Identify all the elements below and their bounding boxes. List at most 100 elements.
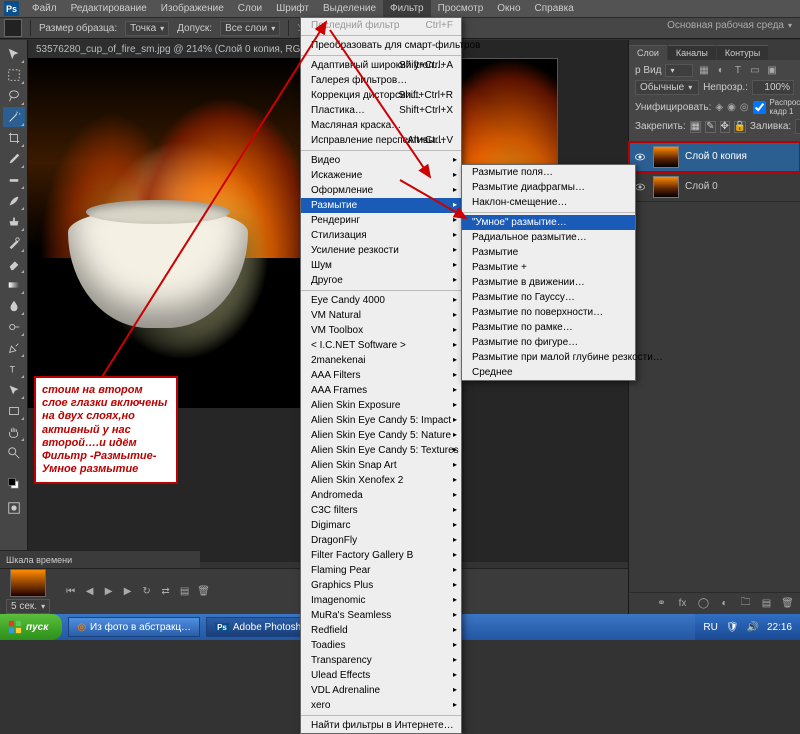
menu-item[interactable]: C3C filters	[301, 503, 461, 518]
tool-preset-thumb[interactable]	[4, 19, 22, 37]
timeline-panel-tab[interactable]: Шкала времени	[0, 550, 200, 568]
brush-tool[interactable]	[3, 191, 25, 211]
filter-shape-icon[interactable]: ▭	[748, 64, 761, 77]
menu-item[interactable]: Стилизация	[301, 228, 461, 243]
unify-position-icon[interactable]: ◈	[715, 101, 723, 114]
lock-all-icon[interactable]: 🔒	[734, 121, 746, 133]
layer-row[interactable]: Слой 0	[629, 172, 800, 202]
visibility-toggle[interactable]	[633, 150, 647, 164]
menu-item[interactable]: Адаптивный широкий угол…Shift+Ctrl+A	[301, 58, 461, 73]
menu-item[interactable]: Другое	[301, 273, 461, 288]
crop-tool[interactable]	[3, 128, 25, 148]
lock-position-icon[interactable]: ✥	[720, 121, 730, 133]
menu-item[interactable]: Размытие	[301, 198, 461, 213]
menu-слои[interactable]: Слои	[231, 0, 269, 17]
new-layer-icon[interactable]: ▤	[760, 597, 773, 610]
layer-effects-icon[interactable]: fx	[676, 597, 689, 610]
menu-item[interactable]: Transparency	[301, 653, 461, 668]
history-brush-tool[interactable]	[3, 233, 25, 253]
tween-icon[interactable]: ⇄	[159, 585, 172, 598]
document-canvas[interactable]	[28, 58, 308, 408]
tray-icon[interactable]: 🛡	[726, 622, 739, 633]
blur-tool[interactable]	[3, 296, 25, 316]
layer-filter-dropdown[interactable]	[665, 64, 693, 77]
taskbar-item[interactable]: ◎ Из фото в абстракц…	[68, 617, 200, 637]
menu-item[interactable]: AAA Frames	[301, 383, 461, 398]
menu-item[interactable]: VM Natural	[301, 308, 461, 323]
fill-input[interactable]: 100%	[795, 119, 800, 134]
first-frame-icon[interactable]: ⏮	[64, 585, 77, 598]
menu-item[interactable]: Размытие в движении…	[462, 275, 635, 290]
link-layers-icon[interactable]: ⚭	[655, 597, 668, 610]
menu-item[interactable]: Исправление перспективы…Alt+Ctrl+V	[301, 133, 461, 148]
language-indicator[interactable]: RU	[703, 622, 717, 633]
type-tool[interactable]: T	[3, 359, 25, 379]
menu-item[interactable]: Toadies	[301, 638, 461, 653]
blend-mode-dropdown[interactable]: Обычные	[635, 80, 699, 95]
unify-visibility-icon[interactable]: ◉	[727, 101, 736, 114]
menu-просмотр[interactable]: Просмотр	[431, 0, 491, 17]
filter-type-icon[interactable]: T	[731, 64, 744, 77]
zoom-tool[interactable]	[3, 443, 25, 463]
menu-item[interactable]: Искажение	[301, 168, 461, 183]
menu-шрифт[interactable]: Шрифт	[269, 0, 316, 17]
menu-редактирование[interactable]: Редактирование	[64, 0, 154, 17]
menu-item[interactable]: Размытие диафрагмы…	[462, 180, 635, 195]
menu-item[interactable]: Оформление	[301, 183, 461, 198]
move-tool[interactable]	[3, 44, 25, 64]
delete-frame-icon[interactable]: 🗑	[197, 585, 210, 598]
menu-item[interactable]: Alien Skin Xenofex 2	[301, 473, 461, 488]
menu-item[interactable]: Размытие при малой глубине резкости…	[462, 350, 635, 365]
menu-item[interactable]: Ulead Effects	[301, 668, 461, 683]
menu-item[interactable]: Радиальное размытие…	[462, 230, 635, 245]
menu-item[interactable]: Alien Skin Eye Candy 5: Textures	[301, 443, 461, 458]
healing-brush-tool[interactable]	[3, 170, 25, 190]
gradient-tool[interactable]	[3, 275, 25, 295]
menu-файл[interactable]: Файл	[25, 0, 64, 17]
menu-item[interactable]: Наклон-смещение…	[462, 195, 635, 210]
menu-item[interactable]: Размытие по поверхности…	[462, 305, 635, 320]
menu-item[interactable]: Alien Skin Snap Art	[301, 458, 461, 473]
layer-group-icon[interactable]: 🗀	[739, 597, 752, 610]
eyedropper-tool[interactable]	[3, 149, 25, 169]
lasso-tool[interactable]	[3, 86, 25, 106]
tray-icon[interactable]: 🔊	[747, 622, 759, 633]
lock-pixels-icon[interactable]: ✎	[705, 121, 715, 133]
menu-item[interactable]: Размытие +	[462, 260, 635, 275]
menu-item[interactable]: Eye Candy 4000	[301, 293, 461, 308]
menu-окно[interactable]: Окно	[490, 0, 527, 17]
rectangle-tool[interactable]	[3, 401, 25, 421]
menu-item[interactable]: Шум	[301, 258, 461, 273]
delete-layer-icon[interactable]: 🗑	[781, 597, 794, 610]
opacity-input[interactable]: 100%	[752, 80, 794, 95]
marquee-tool[interactable]	[3, 65, 25, 85]
menu-item[interactable]: Преобразовать для смарт-фильтров	[301, 38, 461, 53]
filter-pixel-icon[interactable]: ▦	[697, 64, 710, 77]
menu-item[interactable]: Digimarc	[301, 518, 461, 533]
menu-item[interactable]: DragonFly	[301, 533, 461, 548]
adjustment-layer-icon[interactable]: ◐	[718, 597, 731, 610]
menu-item[interactable]: Пластика…Shift+Ctrl+X	[301, 103, 461, 118]
path-selection-tool[interactable]	[3, 380, 25, 400]
menu-item[interactable]: Graphics Plus	[301, 578, 461, 593]
eraser-tool[interactable]	[3, 254, 25, 274]
quick-mask-toggle[interactable]	[3, 498, 25, 518]
filter-adjust-icon[interactable]: ◐	[714, 64, 727, 77]
clone-stamp-tool[interactable]	[3, 212, 25, 232]
menu-item[interactable]: MuRa's Seamless	[301, 608, 461, 623]
menu-справка[interactable]: Справка	[528, 0, 581, 17]
menu-item[interactable]: Видео	[301, 153, 461, 168]
unify-style-icon[interactable]: ◎	[740, 101, 749, 114]
menu-item[interactable]: Alien Skin Exposure	[301, 398, 461, 413]
menu-item[interactable]: "Умное" размытие…	[462, 215, 635, 230]
menu-item[interactable]: Размытие по фигуре…	[462, 335, 635, 350]
pen-tool[interactable]	[3, 338, 25, 358]
layer-row[interactable]: Слой 0 копия	[629, 142, 800, 172]
layer-name[interactable]: Слой 0 копия	[685, 151, 747, 162]
menu-item[interactable]: xero	[301, 698, 461, 713]
tab-channels[interactable]: Каналы	[668, 45, 716, 60]
foreground-background-swatch[interactable]	[3, 471, 25, 497]
loop-icon[interactable]: ↻	[140, 585, 153, 598]
propagate-frame-checkbox[interactable]	[753, 101, 766, 114]
menu-item[interactable]: VDL Adrenaline	[301, 683, 461, 698]
